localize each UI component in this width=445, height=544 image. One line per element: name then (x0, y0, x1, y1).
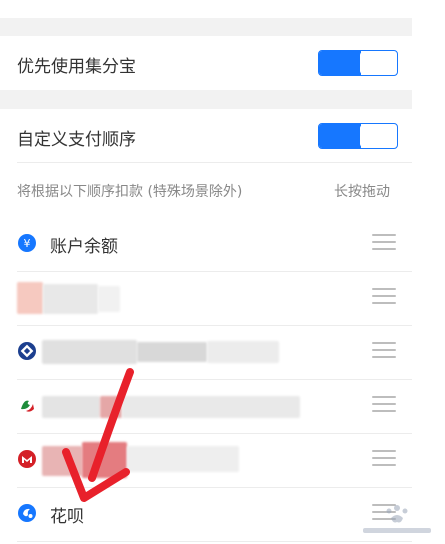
bank-diamond-icon (18, 342, 36, 360)
redacted-block (43, 284, 98, 314)
redacted-block (82, 442, 127, 478)
toggle-knob (360, 125, 396, 147)
watermark-logo-icon (363, 505, 431, 533)
huabei-icon (18, 504, 36, 522)
redacted-bank-icon (17, 282, 43, 314)
drag-handle-icon[interactable] (372, 342, 396, 360)
redacted-block (127, 446, 239, 472)
redacted-block (42, 340, 137, 364)
payment-row-redacted-3[interactable] (0, 380, 412, 433)
drag-handle-icon[interactable] (372, 288, 396, 306)
toggle-on-fill (319, 124, 361, 148)
prefer-jifenbao-label: 优先使用集分宝 (17, 57, 136, 77)
payment-row-redacted-4[interactable] (0, 434, 412, 487)
redacted-block (137, 342, 207, 362)
drag-handle-icon[interactable] (372, 450, 396, 468)
bank-red-icon (18, 450, 36, 468)
payment-row-huabei[interactable]: 花呗 (0, 488, 412, 541)
payment-label: 账户余额 (50, 237, 118, 257)
redacted-block (42, 396, 100, 418)
payment-label: 花呗 (50, 507, 84, 527)
order-hint-text: 将根据以下顺序扣款 (特殊场景除外) (17, 184, 243, 200)
prefer-jifenbao-row: 优先使用集分宝 (0, 36, 412, 90)
bank-green-icon (21, 400, 34, 412)
long-press-drag-hint: 长按拖动 (334, 184, 390, 200)
divider (17, 162, 412, 163)
custom-order-label: 自定义支付顺序 (17, 130, 136, 150)
section-gap (0, 18, 412, 36)
svg-text:¥: ¥ (24, 237, 31, 250)
custom-order-toggle[interactable] (318, 123, 398, 149)
drag-handle-icon[interactable] (372, 396, 396, 414)
redacted-block (122, 396, 300, 418)
payment-row-balance[interactable]: ¥ 账户余额 (0, 218, 412, 271)
redacted-block (42, 446, 82, 476)
redacted-block (207, 341, 279, 363)
toggle-knob (360, 52, 396, 74)
custom-order-row: 自定义支付顺序 (0, 109, 412, 162)
section-gap (0, 90, 412, 109)
top-cutoff-section (0, 0, 412, 19)
toggle-on-fill (319, 51, 361, 75)
redacted-block (100, 396, 122, 418)
payment-row-redacted-1[interactable] (0, 272, 412, 325)
prefer-jifenbao-toggle[interactable] (318, 50, 398, 76)
payment-row-redacted-2[interactable] (0, 326, 412, 379)
redacted-block (98, 286, 120, 312)
yen-balance-icon: ¥ (18, 234, 36, 252)
payment-settings-screen: 优先使用集分宝 自定义支付顺序 将根据以下顺序扣款 (特殊场景除外) 长按拖动 … (0, 0, 445, 544)
divider (17, 541, 412, 542)
drag-handle-icon[interactable] (372, 234, 396, 252)
